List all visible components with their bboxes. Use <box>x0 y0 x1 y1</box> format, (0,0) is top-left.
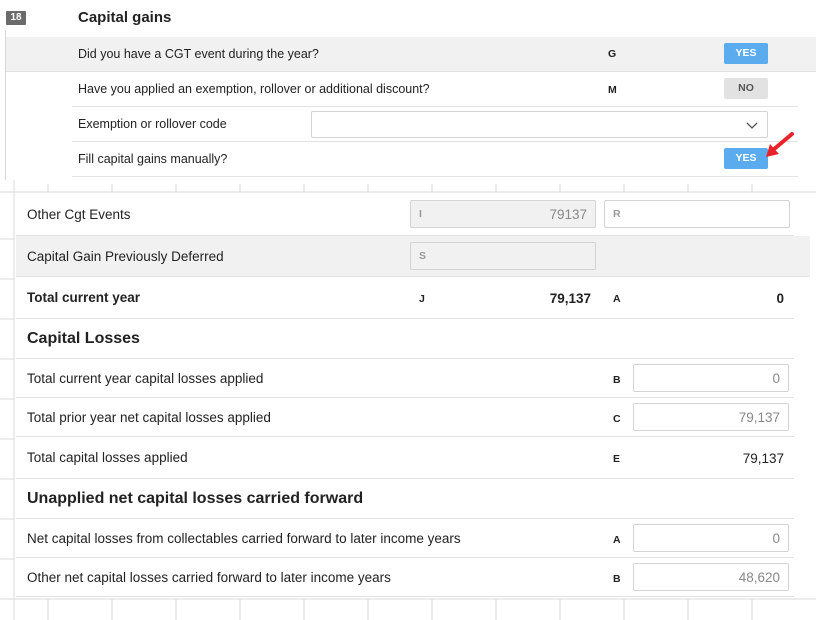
field-value: 48,620 <box>738 570 780 585</box>
current-year-losses-input[interactable]: 0 <box>633 364 789 392</box>
total-j-value: 79,137 <box>549 291 591 306</box>
row-label: Other net capital losses carried forward… <box>27 569 391 585</box>
question-row-fill-manually: Fill capital gains manually? <box>72 142 798 177</box>
field-value: 0 <box>772 531 780 546</box>
row-label: Total current year <box>27 290 141 305</box>
exemption-no-toggle[interactable]: NO <box>724 78 768 99</box>
field-code-b: B <box>613 374 621 386</box>
field-code-j: J <box>419 293 425 305</box>
field-value: 79,137 <box>738 410 780 425</box>
question-label: Have you applied an exemption, rollover … <box>78 82 430 96</box>
total-losses-applied-value: 79,137 <box>742 451 784 466</box>
field-code-m: M <box>608 84 617 96</box>
heading: Capital Losses <box>27 329 140 347</box>
field-value: 79137 <box>549 207 587 222</box>
field-letter-i: I <box>419 208 422 220</box>
other-carried-forward-input[interactable]: 48,620 <box>633 563 789 591</box>
other-cgt-input-i[interactable]: I 79137 <box>410 200 596 228</box>
row-total-current-year: Total current year <box>16 277 794 319</box>
section-title: Capital gains <box>78 9 172 26</box>
deferred-gain-input-s[interactable]: S <box>410 242 596 270</box>
row-label: Total capital losses applied <box>27 450 188 465</box>
collectables-carried-forward-input[interactable]: 0 <box>633 524 789 552</box>
question-row-exemption: Have you applied an exemption, rollover … <box>72 72 798 107</box>
question-label: Exemption or rollover code <box>78 117 227 131</box>
prior-year-losses-input[interactable]: 79,137 <box>633 403 789 431</box>
field-code-e: E <box>613 453 621 465</box>
field-code-a: A <box>613 293 621 305</box>
field-code-c: C <box>613 413 621 425</box>
chevron-down-icon <box>746 122 758 129</box>
section-heading-carried-forward: Unapplied net capital losses carried for… <box>16 479 794 519</box>
field-code-g: G <box>608 48 617 60</box>
section-number-badge: 18 <box>6 11 26 25</box>
other-cgt-input-r[interactable]: R <box>604 200 790 228</box>
row-label: Other Cgt Events <box>27 207 131 222</box>
exemption-code-select[interactable] <box>311 111 768 138</box>
field-value: 0 <box>772 371 780 386</box>
question-row-cgt-event: Did you have a CGT event during the year… <box>6 37 816 72</box>
row-label: Total prior year net capital losses appl… <box>27 409 271 425</box>
total-a-value: 0 <box>776 291 784 306</box>
row-label: Capital Gain Previously Deferred <box>27 248 224 264</box>
question-label: Did you have a CGT event during the year… <box>78 47 319 61</box>
field-code-a: A <box>613 534 621 546</box>
row-label: Total current year capital losses applie… <box>27 370 264 386</box>
red-arrow-annotation-icon <box>766 132 794 157</box>
section-heading-capital-losses: Capital Losses <box>16 319 794 359</box>
field-letter-s: S <box>419 250 427 262</box>
question-label: Fill capital gains manually? <box>78 152 228 166</box>
field-letter-r: R <box>613 208 621 220</box>
fill-manually-yes-toggle[interactable]: YES <box>724 148 768 169</box>
field-code-b: B <box>613 573 621 585</box>
row-label: Net capital losses from collectables car… <box>27 530 461 546</box>
heading: Unapplied net capital losses carried for… <box>27 489 364 507</box>
row-total-losses-applied: Total capital losses applied <box>16 437 794 479</box>
cgt-event-yes-toggle[interactable]: YES <box>724 43 768 64</box>
